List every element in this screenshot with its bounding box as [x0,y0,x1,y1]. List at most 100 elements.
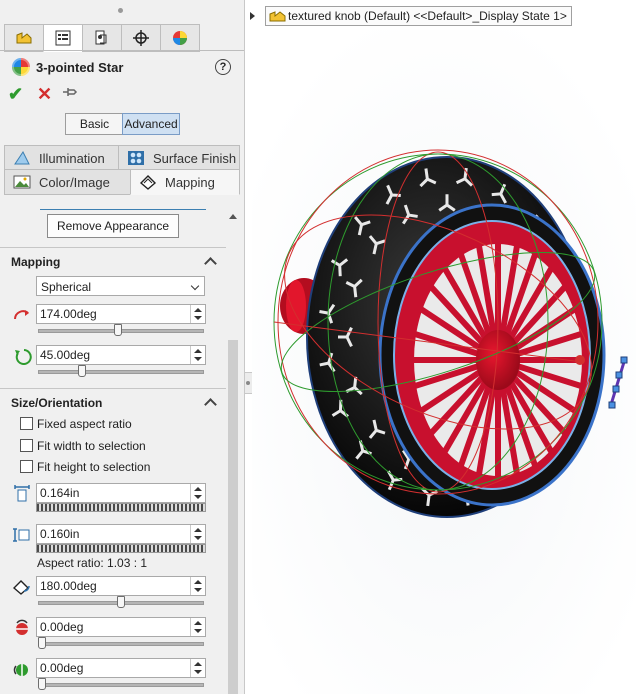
rotation-2-value: 45.00deg [40,348,91,362]
fit-height-checkbox[interactable] [20,460,33,473]
rotate-vertical-icon [12,347,32,365]
spin-arrows[interactable] [190,484,205,502]
tab-feature-manager[interactable] [4,24,44,52]
part-node[interactable]: textured knob (Default) <<Default>_Displ… [265,6,572,26]
tab-illumination[interactable]: Illumination [4,145,120,171]
tab-surface-finish[interactable]: Surface Finish [118,145,240,171]
panel-scrollbar[interactable] [226,208,240,694]
scroll-up-arrow[interactable] [229,214,237,219]
tab-label: Surface Finish [153,150,237,166]
tab-divider [0,50,244,51]
slider-knob[interactable] [117,596,125,608]
basic-mode-button[interactable]: Basic [65,113,124,135]
mirror-horizontal-field[interactable]: 0.00deg [36,617,206,637]
size-orientation-heading: Size/Orientation [11,396,103,410]
rotate-horizontal-icon [12,306,32,324]
graphics-viewport[interactable] [252,30,636,694]
width-value: 0.164in [40,486,80,500]
fixed-aspect-label: Fixed aspect ratio [37,417,132,431]
remove-divider [40,209,206,210]
tab-label: Illumination [39,150,105,166]
mirror-horizontal-icon [12,619,32,637]
advanced-mode-button[interactable]: Advanced [122,113,180,135]
rotation-slider[interactable] [36,596,206,608]
spin-arrows[interactable] [190,305,205,323]
fit-height-label: Fit height to selection [37,460,151,474]
tab-display-manager[interactable] [160,24,200,52]
manager-tabs [4,24,200,52]
part-node-label: textured knob (Default) <<Default>_Displ… [288,9,567,23]
expand-arrow-icon[interactable] [250,12,255,20]
tab-configuration-manager[interactable] [82,24,122,52]
tab-label: Mapping [165,174,215,190]
aspect-ratio-label: Aspect ratio: 1.03 : 1 [37,556,148,570]
panel-title: 3-pointed Star [36,60,124,75]
illumination-icon [13,150,31,166]
width-thumbwheel[interactable] [36,503,206,512]
mapping-type-value: Spherical [41,280,92,294]
appearance-property-manager: 3-pointed Star ? ✔ ✕ Basic Advanced Illu… [0,0,245,694]
rotation-field[interactable]: 180.00deg [36,576,206,596]
spin-arrows[interactable] [190,525,205,543]
mapping-heading: Mapping [11,255,61,269]
cancel-x-icon[interactable]: ✕ [37,84,52,105]
tab-property-manager[interactable] [43,24,83,52]
width-icon [12,485,32,503]
part-icon [269,11,286,22]
rotation-2-slider[interactable] [36,365,206,377]
mapping-type-select[interactable]: Spherical [36,276,205,296]
knob-model-view [252,30,636,694]
rotation-1-slider[interactable] [36,324,206,336]
tab-label: Color/Image [39,174,110,190]
tab-dimxpert-manager[interactable] [121,24,161,52]
rotation-value: 180.00deg [40,579,97,593]
help-icon[interactable]: ? [215,59,231,75]
mirror-vertical-field[interactable]: 0.00deg [36,658,206,678]
property-manager-icon [55,30,71,46]
color-image-icon [13,174,31,190]
spin-arrows[interactable] [190,659,205,677]
rotation-icon [12,578,32,596]
mapping-icon [139,174,157,190]
mirror-vertical-value: 0.00deg [40,661,84,675]
tab-mapping[interactable]: Mapping [130,169,240,195]
slider-knob[interactable] [38,637,46,649]
height-icon [12,526,32,544]
spin-arrows[interactable] [190,577,205,595]
fit-width-label: Fit width to selection [37,439,146,453]
height-field[interactable]: 0.160in [36,524,206,544]
feature-tree-flyout: textured knob (Default) <<Default>_Displ… [250,6,572,26]
rotation-2-field[interactable]: 45.00deg [36,345,206,365]
size-divider [0,388,226,389]
configuration-manager-icon [95,30,107,45]
scroll-thumb[interactable] [228,340,238,694]
fit-width-checkbox[interactable] [20,439,33,452]
slider-knob[interactable] [38,678,46,690]
chevron-down-icon [190,281,200,291]
width-field[interactable]: 0.164in [36,483,206,503]
crosshair-icon [133,30,149,46]
feature-manager-icon [16,32,32,44]
mirror-vertical-icon [12,660,32,678]
panel-grip[interactable] [118,8,123,13]
slider-knob[interactable] [77,365,86,377]
tab-color-image[interactable]: Color/Image [4,169,132,195]
mirror-horizontal-slider[interactable] [36,637,206,649]
mapping-origin-handle[interactable] [575,355,585,365]
remove-appearance-button[interactable]: Remove Appearance [47,214,179,238]
height-value: 0.160in [40,527,80,541]
mirror-vertical-slider[interactable] [36,678,206,690]
surface-finish-icon [127,150,145,166]
mapping-divider [0,247,226,248]
rotation-1-field[interactable]: 174.00deg [36,304,206,324]
spin-arrows[interactable] [190,618,205,636]
slider-knob[interactable] [113,324,122,336]
display-manager-icon [173,31,187,45]
ok-check-icon[interactable]: ✔ [8,84,23,105]
rotation-1-value: 174.00deg [40,307,97,321]
fixed-aspect-checkbox[interactable] [20,417,33,430]
pushpin-icon[interactable] [62,86,78,101]
height-thumbwheel[interactable] [36,544,206,553]
mirror-horizontal-value: 0.00deg [40,620,84,634]
spin-arrows[interactable] [190,346,205,364]
